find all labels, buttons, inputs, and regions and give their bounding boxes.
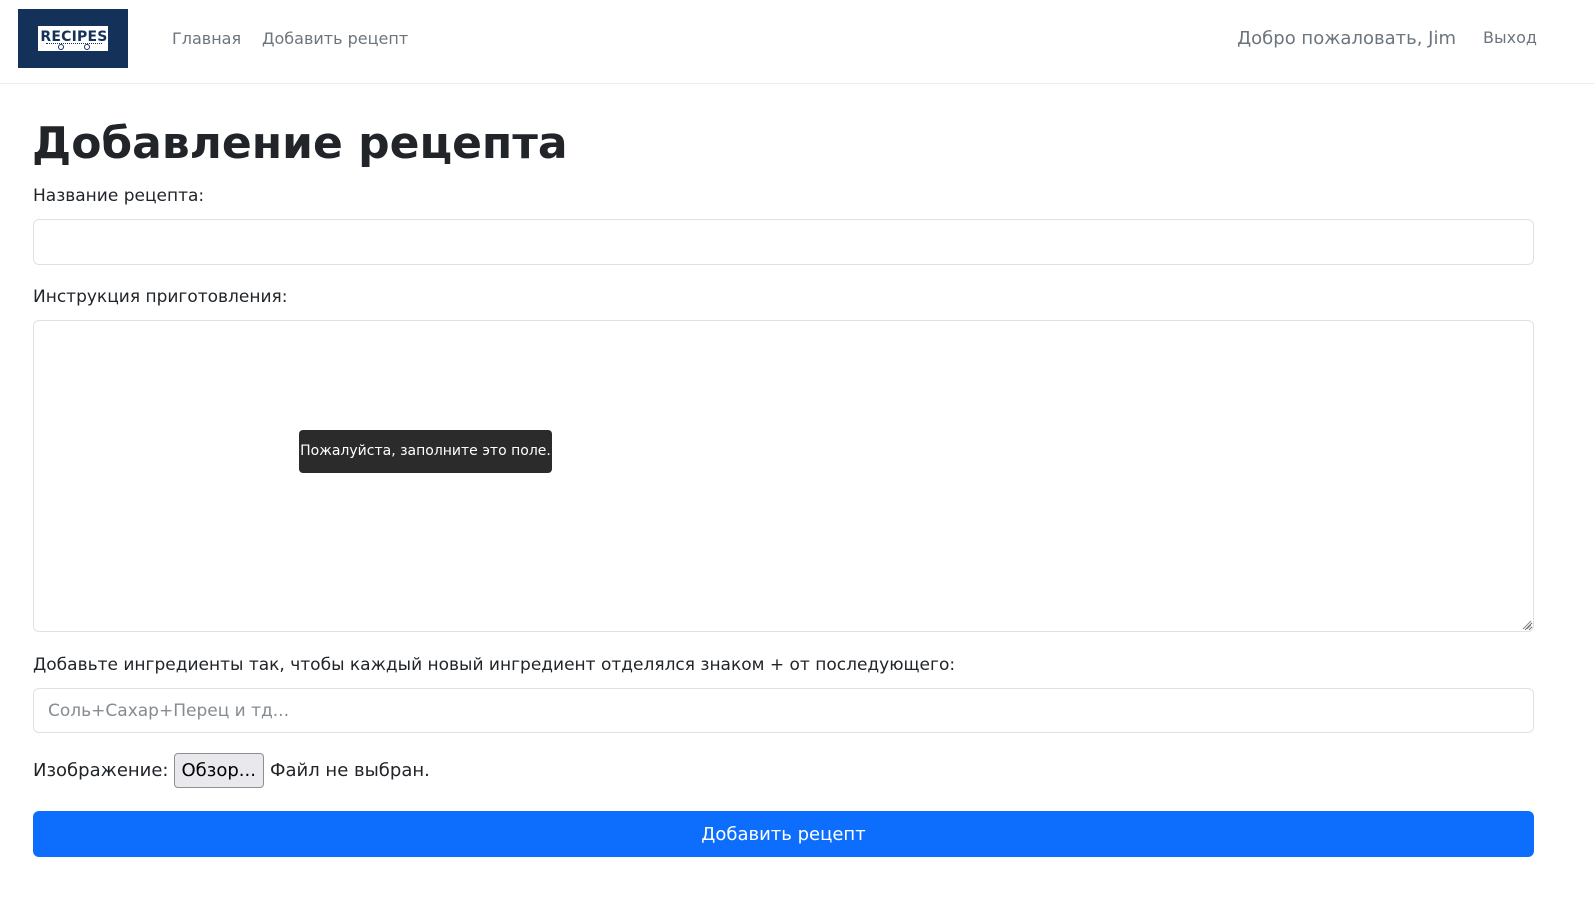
nav-link-add-recipe[interactable]: Добавить рецепт bbox=[262, 28, 408, 50]
logo-badge: RECIPES bbox=[37, 25, 109, 52]
ingredients-label: Добавьте ингредиенты так, чтобы каждый н… bbox=[33, 655, 956, 675]
logo-dot-icon bbox=[58, 44, 64, 50]
image-label: Изображение: bbox=[33, 759, 169, 781]
recipe-name-label: Название рецепта: bbox=[33, 186, 205, 206]
page-title: Добавление рецепта bbox=[32, 118, 568, 169]
nav-link-logout[interactable]: Выход bbox=[1483, 27, 1537, 49]
instructions-textarea[interactable] bbox=[33, 320, 1534, 632]
ingredients-input[interactable] bbox=[33, 688, 1534, 733]
image-upload-row: Изображение: Обзор... Файл не выбран. bbox=[33, 752, 430, 788]
nav-link-home[interactable]: Главная bbox=[172, 28, 241, 50]
recipes-logo[interactable]: RECIPES bbox=[18, 9, 128, 68]
logo-dot-icon bbox=[84, 44, 90, 50]
submit-recipe-button[interactable]: Добавить рецепт bbox=[33, 811, 1534, 857]
logo-decoration bbox=[46, 43, 102, 49]
welcome-text: Добро пожаловать, Jim bbox=[1237, 28, 1456, 49]
instructions-label: Инструкция приготовления: bbox=[33, 287, 288, 307]
validation-tooltip: Пожалуйста, заполните это поле. bbox=[299, 430, 552, 473]
navbar: RECIPES Главная Добавить рецепт Добро по… bbox=[0, 0, 1594, 84]
recipe-name-input[interactable] bbox=[33, 219, 1534, 265]
file-status: Файл не выбран. bbox=[269, 759, 430, 781]
browse-button[interactable]: Обзор... bbox=[173, 752, 264, 788]
